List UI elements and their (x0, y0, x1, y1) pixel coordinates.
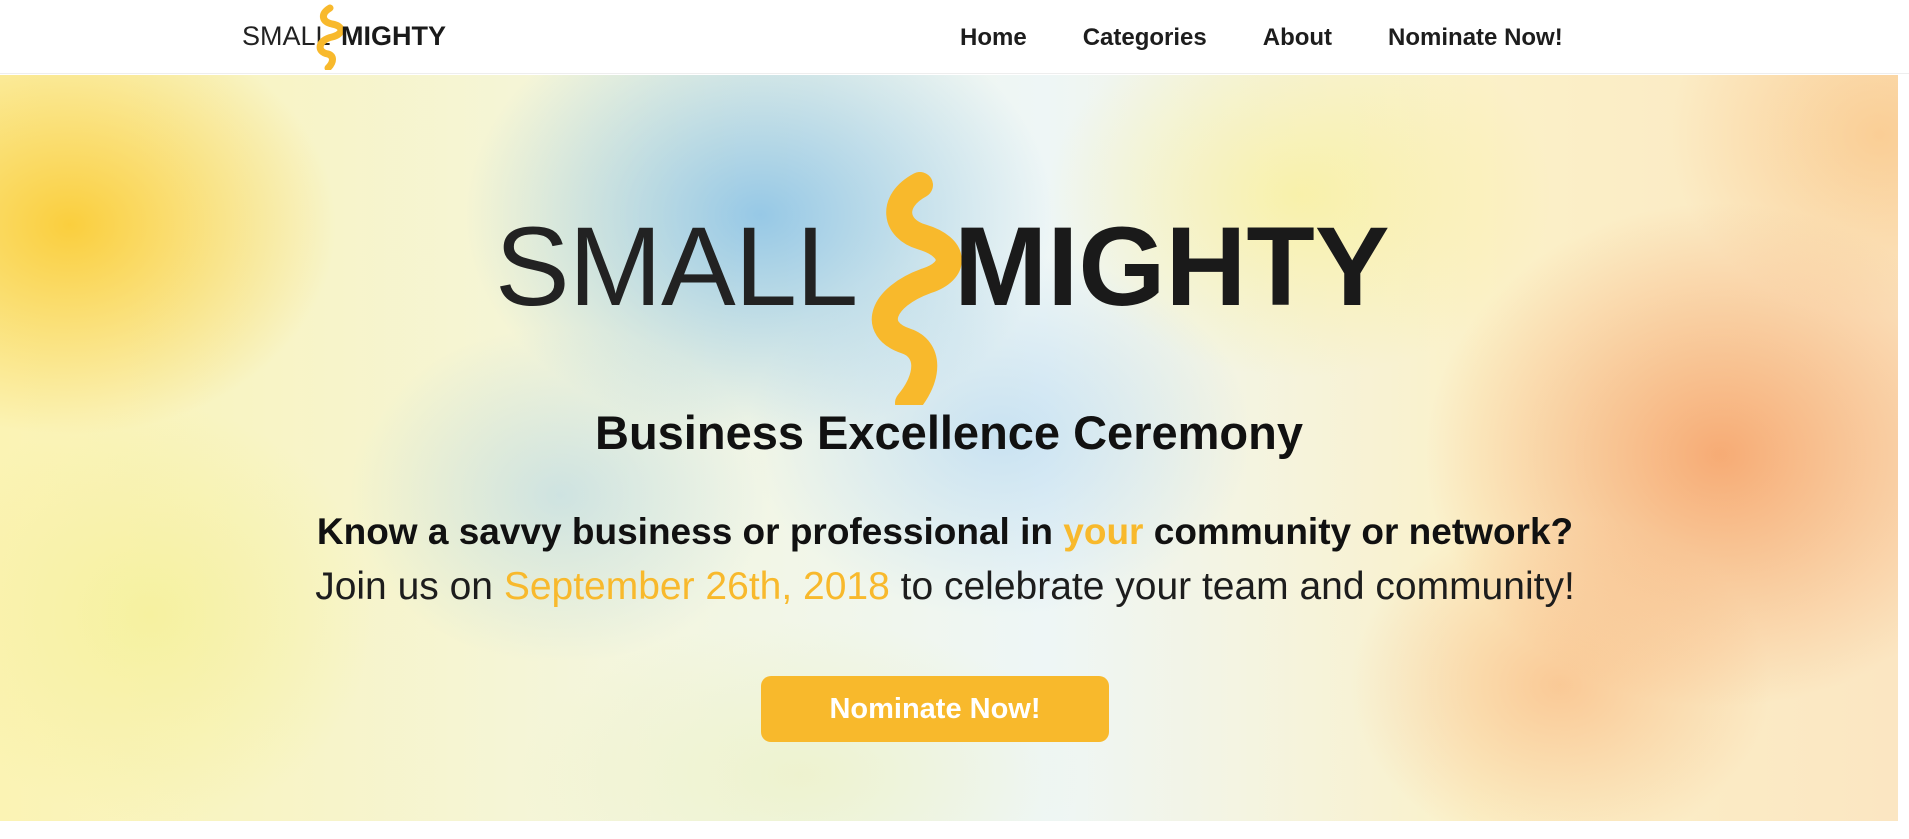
question-text-start: Know a savvy business or professional in (316, 511, 1064, 552)
nav-nominate-now[interactable]: Nominate Now! (1388, 24, 1563, 52)
nav-categories[interactable]: Categories (1083, 24, 1207, 52)
main-nav: Home Categories About Nominate Now! (960, 22, 1563, 54)
invite-text-start: Join us on (315, 565, 504, 608)
svg-text:MIGHTY: MIGHTY (341, 21, 446, 51)
svg-text:MIGHTY: MIGHTY (954, 204, 1390, 329)
hero-question: Know a savvy business or professional in… (0, 511, 1890, 553)
nominate-now-button[interactable]: Nominate Now! (761, 676, 1109, 742)
hero-banner: SMALL MIGHTY Business Excellence Ceremon… (0, 75, 1898, 821)
site-header: SMALL MIGHTY Home Categories About Nomin… (0, 0, 1909, 74)
question-text-end: community or network? (1143, 511, 1574, 552)
invite-text-end: to celebrate your team and community! (889, 565, 1575, 608)
question-highlight: your (1063, 511, 1144, 552)
small-and-mighty-logo-mark: SMALL MIGHTY (242, 4, 446, 70)
nav-home[interactable]: Home (960, 24, 1027, 52)
hero-logo: SMALL MIGHTY (490, 105, 1390, 405)
nav-about[interactable]: About (1263, 24, 1332, 52)
svg-text:SMALL: SMALL (495, 204, 857, 329)
site-logo[interactable]: SMALL MIGHTY (238, 4, 458, 70)
small-and-mighty-hero-logo: SMALL MIGHTY (495, 172, 1390, 405)
hero-subtitle: Business Excellence Ceremony (595, 406, 1303, 459)
hero-invite: Join us on September 26th, 2018 to celeb… (0, 565, 1890, 609)
event-date: September 26th, 2018 (503, 565, 890, 608)
